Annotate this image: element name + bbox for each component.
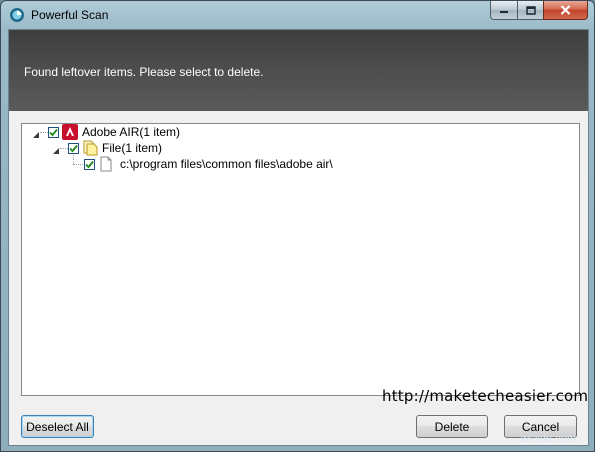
title-bar[interactable]: Powerful Scan [1,1,594,29]
checkmark-icon [69,144,78,152]
delete-button[interactable]: Delete [416,415,488,438]
deselect-all-button[interactable]: Deselect All [21,415,94,438]
tree-node-label: c:\program files\common files\adobe air\ [120,157,333,171]
corner-watermark: wsxdn.com [521,433,577,445]
window-controls [490,1,588,20]
tree-node-adobe-air[interactable]: Adobe AIR(1 item) [31,124,180,140]
tree-connector [73,164,83,165]
window-title: Powerful Scan [31,8,109,22]
checkbox-path[interactable] [84,158,95,170]
leftover-items-tree[interactable]: Adobe AIR(1 item) File(1 item) c:\progra… [21,123,580,396]
watermark-text: http://maketecheasier.com [382,387,589,405]
tree-node-path[interactable]: c:\program files\common files\adobe air\ [84,156,333,172]
checkbox-file[interactable] [68,142,79,154]
tree-node-label: File(1 item) [102,141,163,155]
expand-arrow-icon[interactable] [31,128,40,138]
checkmark-icon [49,128,58,136]
close-icon [560,5,571,15]
maximize-button[interactable] [517,1,543,20]
app-icon [9,7,25,23]
dialog-content: Found leftover items. Please select to d… [8,29,589,446]
document-icon [98,156,114,172]
expand-arrow-icon[interactable] [51,144,60,154]
checkmark-icon [85,160,94,168]
tree-node-file[interactable]: File(1 item) [51,140,162,156]
maximize-icon [525,5,536,15]
tree-node-label: Adobe AIR(1 item) [82,125,181,139]
close-button[interactable] [543,1,588,20]
tree-connector [73,155,74,164]
minimize-icon [500,11,508,13]
header-band: Found leftover items. Please select to d… [9,30,588,111]
minimize-button[interactable] [490,1,517,20]
checkbox-adobe-air[interactable] [48,126,59,138]
app-window: Powerful Scan Found leftover items. Plea… [0,0,595,452]
adobe-air-icon [62,124,78,140]
file-folder-icon [82,140,98,156]
header-message: Found leftover items. Please select to d… [24,65,264,79]
